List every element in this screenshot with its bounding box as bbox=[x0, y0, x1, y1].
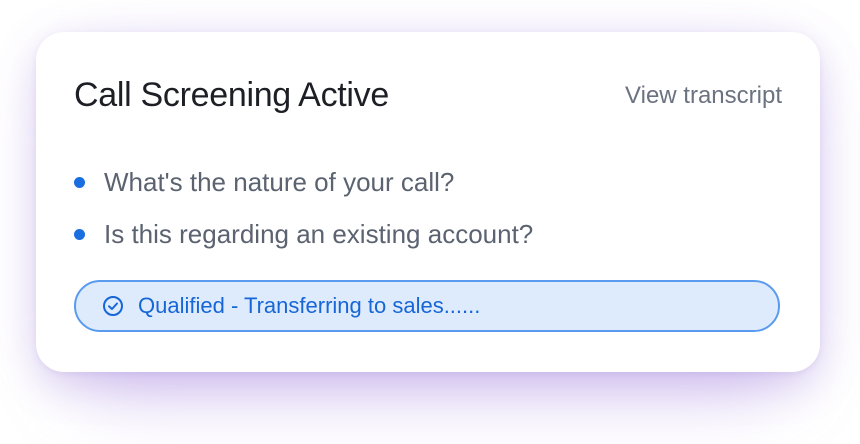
bullet-icon bbox=[74, 228, 85, 240]
status-text: Qualified - Transferring to sales...... bbox=[138, 293, 481, 318]
card-title: Call Screening Active bbox=[74, 76, 389, 114]
question-text: Is this regarding an existing account? bbox=[104, 218, 534, 249]
bullet-icon bbox=[74, 176, 85, 188]
stage: Call Screening Active View transcript Wh… bbox=[0, 0, 860, 444]
card-header: Call Screening Active View transcript bbox=[74, 76, 782, 115]
list-item: Is this regarding an existing account? bbox=[74, 208, 533, 260]
list-item: What's the nature of your call? bbox=[74, 156, 533, 208]
status-badge: Qualified - Transferring to sales...... bbox=[74, 280, 780, 332]
question-text: What's the nature of your call? bbox=[104, 166, 455, 197]
check-circle-icon bbox=[102, 295, 124, 317]
view-transcript-link[interactable]: View transcript bbox=[625, 82, 782, 110]
call-screening-card: Call Screening Active View transcript Wh… bbox=[36, 32, 820, 372]
screening-questions-list: What's the nature of your call? Is this … bbox=[74, 156, 533, 260]
